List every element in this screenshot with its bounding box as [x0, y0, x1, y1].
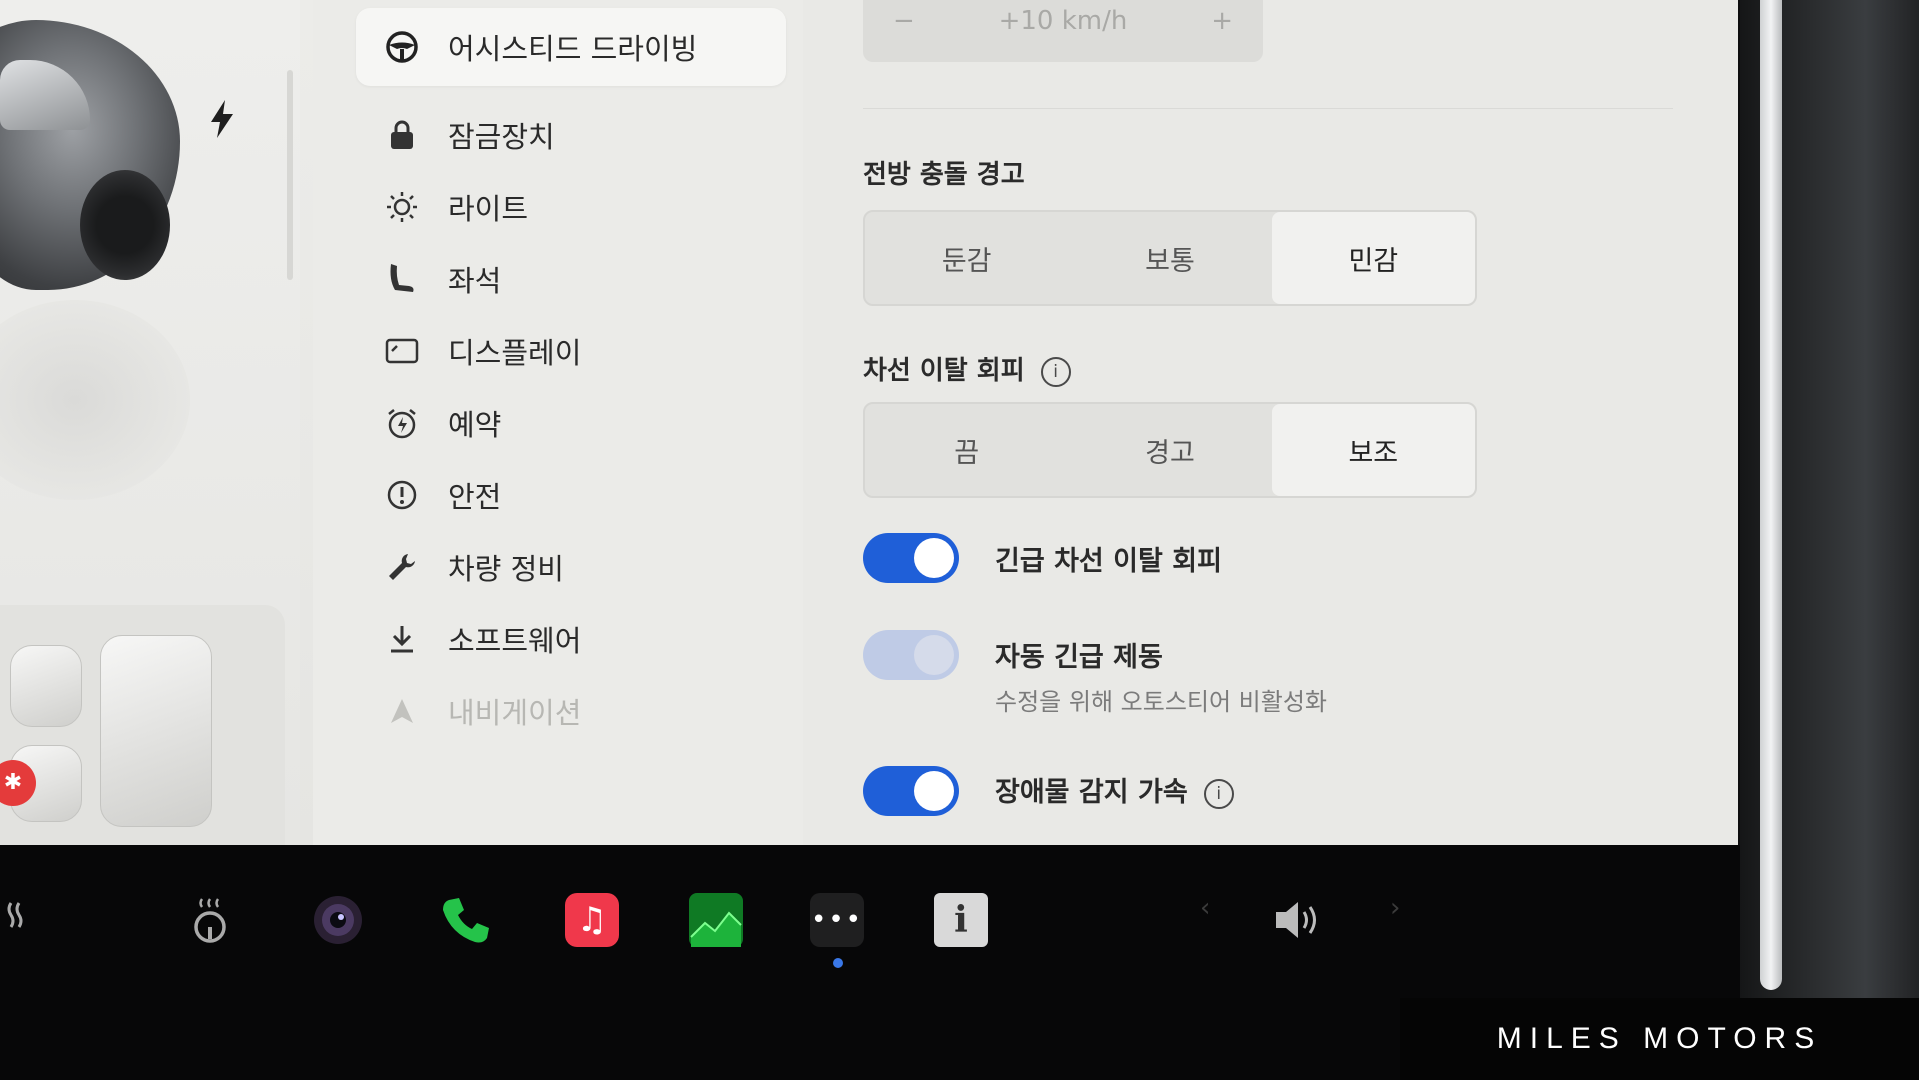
forward-collision-option-early[interactable]: 민감	[1271, 212, 1475, 304]
menu-item-safety[interactable]: 안전	[356, 456, 786, 534]
seat-rear-bench	[100, 635, 212, 827]
schedule-icon	[382, 403, 422, 443]
menu-item-service[interactable]: 차량 정비	[356, 528, 786, 606]
info-icon[interactable]: i	[1040, 356, 1071, 387]
increase-button[interactable]: +	[1211, 6, 1233, 36]
stocks-icon[interactable]	[689, 893, 743, 947]
menu-label: 내비게이션	[448, 696, 582, 730]
menu-label: 어시스티드 드라이빙	[448, 32, 698, 66]
phone-icon[interactable]	[438, 893, 492, 947]
emergency-lane-toggle[interactable]	[863, 533, 959, 583]
toggle-knob	[914, 771, 954, 811]
seat-front-left	[10, 645, 82, 727]
auto-emergency-braking-note: 수정을 위해 오토스티어 비활성화	[995, 688, 1328, 716]
manual-icon[interactable]: i	[934, 893, 988, 947]
lane-departure-option-warning[interactable]: 경고	[1068, 404, 1271, 496]
menu-item-display[interactable]: 디스플레이	[356, 312, 786, 390]
menu-item-schedule[interactable]: 예약	[356, 384, 786, 462]
toggle-knob	[914, 635, 954, 675]
safety-icon	[382, 475, 422, 515]
toggle-knob	[914, 538, 954, 578]
music-icon[interactable]: ♫	[565, 893, 619, 947]
emergency-lane-label: 긴급 차선 이탈 회피	[995, 546, 1222, 577]
car-reflection	[0, 300, 190, 500]
car-pane: ✱	[0, 0, 300, 845]
camera-icon[interactable]	[311, 893, 365, 947]
menu-item-software[interactable]: 소프트웨어	[356, 600, 786, 678]
lane-departure-title: 차선 이탈 회피	[863, 356, 1025, 386]
menu-label: 안전	[448, 480, 502, 514]
seat-icon	[382, 259, 422, 299]
forward-collision-option-medium[interactable]: 보통	[1068, 212, 1271, 304]
obstacle-accel-label: 장애물 감지 가속	[995, 777, 1188, 808]
menu-item-assisted-driving[interactable]: 어시스티드 드라이빙	[356, 8, 786, 86]
section-divider	[863, 108, 1673, 109]
volume-icon[interactable]	[1272, 893, 1326, 947]
decrease-button[interactable]: −	[893, 6, 915, 36]
lane-departure-option-off[interactable]: 끔	[865, 404, 1068, 496]
download-icon	[382, 619, 422, 659]
menu-label: 소프트웨어	[448, 624, 582, 658]
forward-collision-option-late[interactable]: 둔감	[865, 212, 1068, 304]
settings-detail-panel: − +10 km/h + 전방 충돌 경고 둔감 보통 민감 차선 이탈 회피 i…	[803, 0, 1738, 845]
light-icon	[382, 187, 422, 227]
obstacle-accel-label-row: 장애물 감지 가속 i	[995, 770, 1234, 809]
steering-wheel-icon	[382, 27, 422, 67]
auto-emergency-braking-toggle[interactable]	[863, 630, 959, 680]
chevron-left-icon[interactable]: ‹	[1200, 893, 1210, 923]
info-icon[interactable]: i	[1203, 778, 1234, 809]
menu-item-seats[interactable]: 좌석	[356, 240, 786, 318]
menu-label: 디스플레이	[448, 336, 582, 370]
bezel-rim	[1760, 0, 1782, 990]
forward-collision-title: 전방 충돌 경고	[863, 160, 1025, 190]
menu-label: 차량 정비	[448, 552, 564, 586]
lock-icon	[382, 115, 422, 155]
seat-heater-icon[interactable]	[0, 893, 42, 947]
more-icon[interactable]: •••	[810, 893, 864, 947]
settings-menu: 어시스티드 드라이빙 잠금장치 라이트 좌석 디스플레이 예약 안전 차량 정비…	[313, 0, 803, 845]
auto-emergency-braking-label: 자동 긴급 제동	[995, 642, 1163, 673]
forward-collision-selector[interactable]: 둔감 보통 민감	[863, 210, 1477, 306]
lane-departure-title-row: 차선 이탈 회피 i	[863, 350, 1071, 387]
touchscreen: ✱ 어시스티드 드라이빙 잠금장치 라이트 좌석 디스플레이 예약 안전 차량 …	[0, 0, 1738, 845]
steering-heater-icon[interactable]	[183, 893, 237, 947]
charge-port-icon[interactable]	[208, 100, 236, 146]
wrench-icon	[382, 547, 422, 587]
active-app-indicator	[833, 958, 843, 968]
lane-departure-selector[interactable]: 끔 경고 보조	[863, 402, 1477, 498]
car-wheel	[80, 170, 170, 280]
speed-offset-stepper[interactable]: − +10 km/h +	[863, 0, 1263, 62]
menu-item-lights[interactable]: 라이트	[356, 168, 786, 246]
lane-departure-option-assist[interactable]: 보조	[1271, 404, 1475, 496]
menu-label: 좌석	[448, 264, 502, 298]
pane-scrollbar[interactable]	[287, 70, 293, 280]
menu-item-locks[interactable]: 잠금장치	[356, 96, 786, 174]
seat-map-panel	[0, 605, 285, 845]
navigation-icon	[382, 691, 422, 731]
watermark-brand: MILES MOTORS	[1400, 998, 1919, 1080]
menu-label: 잠금장치	[448, 120, 555, 154]
menu-label: 예약	[448, 408, 502, 442]
display-icon	[382, 331, 422, 371]
menu-label: 라이트	[448, 192, 529, 226]
chevron-right-icon[interactable]: ›	[1390, 893, 1400, 923]
speed-offset-value: +10 km/h	[998, 6, 1128, 36]
obstacle-accel-toggle[interactable]	[863, 766, 959, 816]
menu-item-navigation[interactable]: 내비게이션	[356, 672, 786, 750]
